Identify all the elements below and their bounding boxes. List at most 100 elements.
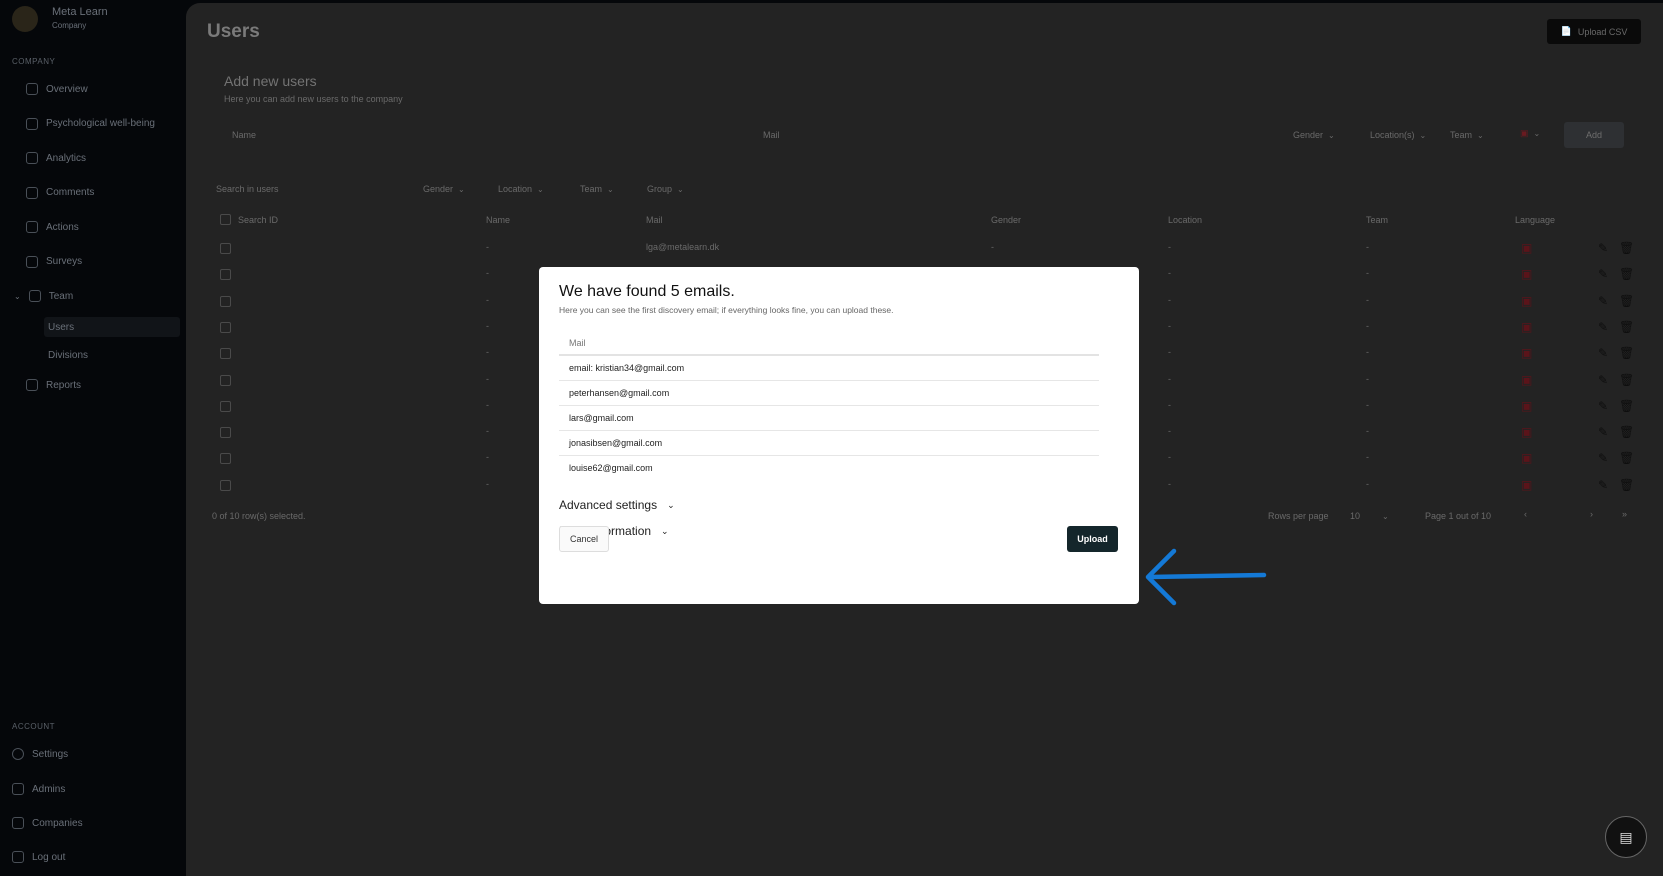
row-checkbox[interactable] xyxy=(220,243,231,254)
sidebar-item-psychological-well-being[interactable]: Psychological well-being xyxy=(26,114,155,134)
row-checkbox[interactable] xyxy=(220,453,231,465)
team-cell: - xyxy=(1366,426,1369,437)
next-page-icon[interactable]: › xyxy=(1590,509,1593,519)
column-header[interactable]: Team xyxy=(1366,215,1388,225)
chat-icon: ▤ xyxy=(1619,828,1633,845)
edit-icon[interactable]: ✎ xyxy=(1598,451,1608,465)
section-label: Account xyxy=(12,722,56,731)
filter-team[interactable]: Team ⌄ xyxy=(580,184,614,194)
delete-icon[interactable]: 🗑 xyxy=(1619,451,1634,465)
delete-icon[interactable]: 🗑 xyxy=(1619,267,1634,281)
sidebar-item-actions[interactable]: Actions xyxy=(26,217,79,237)
locations-select[interactable]: Location(s) ⌄ xyxy=(1370,130,1426,140)
row-checkbox[interactable] xyxy=(220,348,231,360)
filter-location[interactable]: Location ⌄ xyxy=(498,184,544,194)
email-row: louise62@gmail.com xyxy=(569,463,653,473)
sidebar-item-label: Settings xyxy=(32,748,69,760)
sidebar-item-comments[interactable]: Comments xyxy=(26,183,94,203)
edit-icon[interactable]: ✎ xyxy=(1598,267,1608,281)
rows-per-page-select[interactable]: 10 ⌄ xyxy=(1350,511,1389,521)
danish-flag-icon: ▣ xyxy=(1521,425,1533,440)
delete-icon[interactable]: 🗑 xyxy=(1619,294,1634,308)
name-cell: - xyxy=(486,452,489,463)
row-checkbox[interactable] xyxy=(220,321,231,333)
sidebar-item-admins[interactable]: Admins xyxy=(12,779,65,799)
edit-icon[interactable]: ✎ xyxy=(1598,241,1608,255)
cancel-button[interactable]: Cancel xyxy=(559,526,609,552)
delete-icon[interactable]: 🗑 xyxy=(1619,241,1634,255)
team-icon xyxy=(28,290,41,302)
file-icon: 📄 xyxy=(1560,26,1572,36)
edit-icon[interactable]: ✎ xyxy=(1598,425,1608,439)
sidebar-item-divisions[interactable]: Divisions xyxy=(48,345,88,365)
advanced-settings-toggle[interactable]: Advanced settings ⌄ xyxy=(559,498,675,512)
mail-input[interactable]: Mail xyxy=(763,130,780,140)
location-cell: - xyxy=(1168,347,1171,358)
location-cell: - xyxy=(1168,426,1171,437)
danish-flag-icon: ▣ xyxy=(1521,241,1533,255)
row-checkbox[interactable] xyxy=(220,400,231,412)
upload-button[interactable]: Upload xyxy=(1067,526,1118,552)
chat-button[interactable]: ▤ xyxy=(1605,816,1647,858)
sidebar-item-team[interactable]: ⌄ Team xyxy=(14,286,73,306)
sidebar-item-label: Actions xyxy=(46,221,79,233)
row-checkbox[interactable] xyxy=(220,295,231,307)
rows-per-page-label: Rows per page xyxy=(1268,511,1329,521)
team-select[interactable]: Team ⌄ xyxy=(1450,130,1484,140)
edit-icon[interactable]: ✎ xyxy=(1598,399,1608,413)
previous-page-icon[interactable]: ‹ xyxy=(1524,509,1527,519)
sidebar-item-surveys[interactable]: Surveys xyxy=(26,252,82,272)
name-cell: - xyxy=(486,347,489,358)
row-checkbox[interactable] xyxy=(220,427,231,439)
team-cell: - xyxy=(1366,399,1369,410)
chevron-down-icon: ⌄ xyxy=(14,291,21,301)
edit-icon[interactable]: ✎ xyxy=(1598,346,1608,360)
add-users-subtitle: Here you can add new users to the compan… xyxy=(224,94,403,104)
column-header[interactable]: Search ID xyxy=(238,215,278,225)
select-all-checkbox[interactable] xyxy=(220,214,231,225)
row-checkbox[interactable] xyxy=(220,374,231,386)
sidebar-item-settings[interactable]: Settings xyxy=(12,744,68,764)
sidebar-item-users[interactable]: Users xyxy=(44,317,180,337)
delete-icon[interactable]: 🗑 xyxy=(1619,346,1634,360)
row-checkbox[interactable] xyxy=(220,269,231,281)
row-checkbox[interactable] xyxy=(220,479,231,491)
selection-count: 0 of 10 row(s) selected. xyxy=(212,511,306,521)
sidebar-item-companies[interactable]: Companies xyxy=(12,813,83,833)
page-title: Users xyxy=(207,21,260,42)
column-header[interactable]: Gender xyxy=(991,215,1021,225)
name-input[interactable]: Name xyxy=(232,130,256,140)
edit-icon[interactable]: ✎ xyxy=(1598,294,1608,308)
sidebar-item-logout[interactable]: Log out xyxy=(12,847,65,867)
column-header[interactable]: Name xyxy=(486,215,510,225)
sidebar-item-reports[interactable]: Reports xyxy=(26,375,81,395)
section-label: Company xyxy=(12,57,56,66)
delete-icon[interactable]: 🗑 xyxy=(1619,478,1634,492)
search-input[interactable]: Search in users xyxy=(216,184,279,194)
filter-group[interactable]: Group ⌄ xyxy=(647,184,684,194)
last-page-icon[interactable]: » xyxy=(1622,509,1627,519)
language-flag-select[interactable]: ▣ ⌄ xyxy=(1520,128,1540,139)
column-header[interactable]: Mail xyxy=(646,215,663,225)
sidebar-item-analytics[interactable]: Analytics xyxy=(26,148,86,168)
column-header[interactable]: Language xyxy=(1515,215,1555,225)
upload-csv-button[interactable]: 📄 Upload CSV xyxy=(1547,19,1641,44)
location-cell: - xyxy=(1168,294,1171,305)
add-button[interactable]: Add xyxy=(1564,122,1624,148)
delete-icon[interactable]: 🗑 xyxy=(1619,373,1634,387)
edit-icon[interactable]: ✎ xyxy=(1598,478,1608,492)
sidebar-item-overview[interactable]: Overview xyxy=(26,79,88,99)
column-header[interactable]: Location xyxy=(1168,215,1202,225)
edit-icon[interactable]: ✎ xyxy=(1598,320,1608,334)
edit-icon[interactable]: ✎ xyxy=(1598,373,1608,387)
delete-icon[interactable]: 🗑 xyxy=(1619,320,1634,334)
location-cell: - xyxy=(1168,478,1171,489)
filter-gender[interactable]: Gender ⌄ xyxy=(423,184,465,194)
survey-icon xyxy=(26,255,38,268)
sidebar-item-label: Log out xyxy=(32,851,66,863)
sidebar-item-label: Surveys xyxy=(46,256,83,267)
gender-select[interactable]: Gender ⌄ xyxy=(1293,130,1335,140)
name-cell: - xyxy=(486,242,489,252)
delete-icon[interactable]: 🗑 xyxy=(1619,425,1634,439)
delete-icon[interactable]: 🗑 xyxy=(1619,399,1634,413)
